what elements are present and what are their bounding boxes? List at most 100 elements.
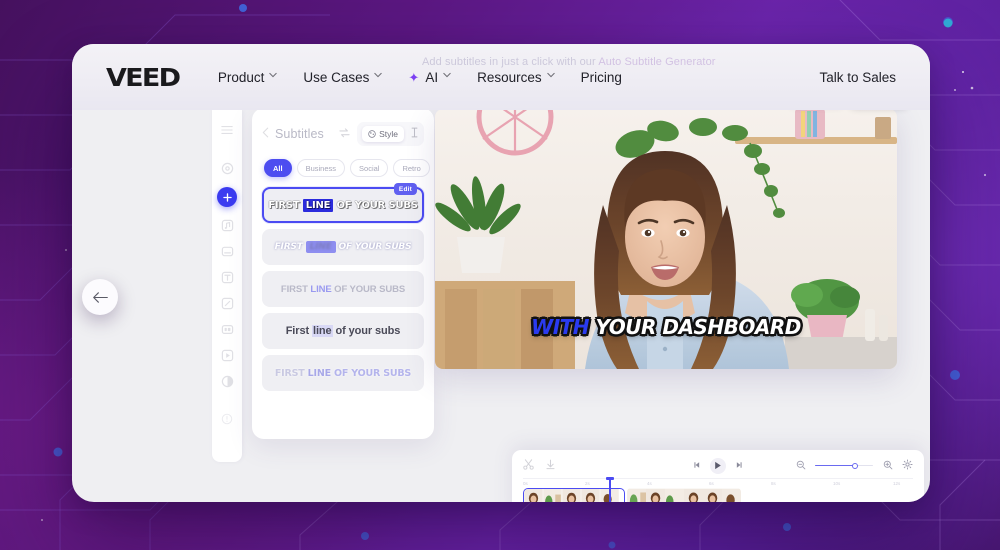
- nav-item-use-cases[interactable]: Use Cases: [303, 69, 383, 85]
- skip-back-icon[interactable]: [692, 457, 702, 475]
- clip-thumbnail: [665, 488, 684, 502]
- help-icon[interactable]: [220, 411, 235, 426]
- ruler-tick: 6s: [709, 481, 714, 486]
- play-button[interactable]: [710, 457, 726, 474]
- clip-thumbnail: [562, 489, 581, 502]
- nav-label: Product: [217, 69, 265, 85]
- style-label: Style: [379, 129, 398, 139]
- panel-title: Subtitles: [275, 127, 324, 141]
- chevron-left-icon[interactable]: [262, 125, 269, 143]
- nav-item-resources[interactable]: Resources: [477, 70, 555, 85]
- video-caption-overlay: WITH YOUR DASHBOARD: [531, 315, 801, 339]
- audio-icon[interactable]: [220, 218, 235, 233]
- talk-to-sales-link[interactable]: Talk to Sales: [819, 70, 896, 85]
- add-icon[interactable]: [217, 187, 237, 207]
- timeline-toolbar: [523, 457, 913, 474]
- back-button[interactable]: [82, 279, 118, 315]
- style-button[interactable]: Style: [362, 126, 404, 142]
- ruler-tick: 12s: [893, 481, 901, 486]
- timeline-playhead[interactable]: [606, 477, 613, 502]
- nav-label: Resources: [477, 69, 542, 85]
- palette-icon: [368, 130, 376, 138]
- timeline-zoom-controls: [796, 457, 913, 475]
- sparkle-icon: ✦: [408, 69, 420, 85]
- veed-logo[interactable]: VEED: [106, 63, 181, 92]
- subtitles-panel: Subtitles Style All Business Social Retr…: [252, 110, 434, 439]
- clip-thumbnail: [627, 488, 646, 502]
- timeline-ruler: 0s 2s 4s 6s 8s 10s 12s: [523, 478, 913, 486]
- video-preview[interactable]: WITH YOUR DASHBOARD: [435, 110, 897, 369]
- arrow-left-icon: [92, 291, 108, 303]
- chevron-down-icon: [546, 72, 555, 80]
- chip-retro[interactable]: Retro: [393, 159, 430, 177]
- veed-app-window: Add subtitles in just a click with our A…: [72, 44, 930, 502]
- nav-label: Pricing: [580, 69, 622, 85]
- style-card[interactable]: FIRST LINE OF YOUR SUBS: [262, 229, 424, 265]
- style-card-selected[interactable]: Edit FIRST LINE OF YOUR SUBS: [262, 183, 424, 223]
- ruler-tick: 8s: [771, 481, 776, 486]
- style-card-preview-text: First line of your subs: [285, 325, 401, 337]
- clip-thumbnail: [684, 488, 703, 502]
- clip-thumbnail: [543, 489, 562, 502]
- ruler-tick: 4s: [647, 481, 652, 486]
- style-card[interactable]: First line of your subs: [262, 313, 424, 349]
- zoom-slider-handle[interactable]: [852, 462, 858, 469]
- style-card-preview-text: FIRST LINE OF YOUR SUBS: [274, 367, 412, 379]
- brand-icon[interactable]: [220, 322, 235, 337]
- promo-ghost-text: Add subtitles in just a click with our A…: [422, 56, 716, 68]
- clip-thumbnail: [581, 489, 600, 502]
- top-navigation-bar: Add subtitles in just a click with our A…: [72, 44, 930, 110]
- ruler-tick: 10s: [833, 481, 841, 486]
- clip-thumbnail: [646, 488, 665, 502]
- clip-thumbnail: [524, 489, 543, 502]
- playback-controls: [692, 457, 744, 475]
- timeline-track: [523, 477, 913, 502]
- nav-links: Product Use Cases ✦ AI Resources Pricing: [218, 70, 622, 85]
- nav-label: Use Cases: [303, 69, 370, 85]
- chevron-down-icon: [269, 72, 278, 80]
- zoom-in-icon[interactable]: [883, 457, 893, 475]
- panel-tools: Style: [339, 122, 424, 146]
- zoom-slider-track: [815, 464, 873, 467]
- nav-item-ai[interactable]: ✦ AI: [408, 70, 451, 85]
- chip-all[interactable]: All: [264, 159, 292, 177]
- style-card-preview-text: FIRST LINE OF YOUR SUBS: [268, 198, 418, 212]
- zoom-out-icon[interactable]: [796, 457, 806, 475]
- chevron-down-icon: [374, 72, 383, 80]
- nav-item-pricing[interactable]: Pricing: [581, 70, 622, 85]
- style-cards-list: Edit FIRST LINE OF YOUR SUBS FIRST LINE …: [262, 183, 424, 391]
- video-icon[interactable]: [220, 348, 235, 363]
- style-card-preview-text: FIRST LINE OF YOUR SUBS: [274, 241, 412, 253]
- nav-label: AI: [425, 69, 439, 85]
- ruler-tick: 2s: [585, 481, 590, 486]
- edit-badge[interactable]: Edit: [393, 183, 417, 195]
- editor-canvas: Share Done Subtitles: [72, 110, 930, 502]
- panel-header: Subtitles Style: [262, 122, 424, 146]
- zoom-slider[interactable]: [815, 462, 873, 469]
- elements-icon[interactable]: [220, 296, 235, 311]
- chevron-down-icon: [443, 72, 451, 80]
- skip-forward-icon[interactable]: [734, 457, 744, 475]
- timeline-tools: [523, 457, 556, 475]
- clip-thumbnail: [722, 488, 741, 502]
- filters-icon[interactable]: [220, 374, 235, 389]
- table-row[interactable]: [627, 488, 741, 502]
- subtitles-icon[interactable]: [220, 244, 235, 259]
- style-card[interactable]: FIRST LINE OF YOUR SUBS: [262, 355, 424, 391]
- settings-circle-icon[interactable]: [220, 161, 235, 176]
- menu-icon[interactable]: [220, 122, 235, 137]
- timeline-panel: 0s 2s 4s 6s 8s 10s 12s: [512, 450, 924, 502]
- clip-thumbnail: [703, 488, 722, 502]
- swap-icon[interactable]: [339, 125, 350, 143]
- chip-social[interactable]: Social: [350, 159, 389, 177]
- style-card[interactable]: FIRST LINE OF YOUR SUBS: [262, 271, 424, 307]
- split-icon[interactable]: [545, 457, 556, 475]
- text-icon[interactable]: [220, 270, 235, 285]
- editor-left-rail: [212, 110, 242, 462]
- ruler-tick: 0s: [523, 481, 528, 486]
- nav-item-product[interactable]: Product: [218, 70, 278, 85]
- chip-business[interactable]: Business: [296, 159, 346, 177]
- gear-icon[interactable]: [902, 457, 913, 475]
- scissors-icon[interactable]: [523, 457, 534, 475]
- text-cursor-icon[interactable]: [411, 125, 418, 143]
